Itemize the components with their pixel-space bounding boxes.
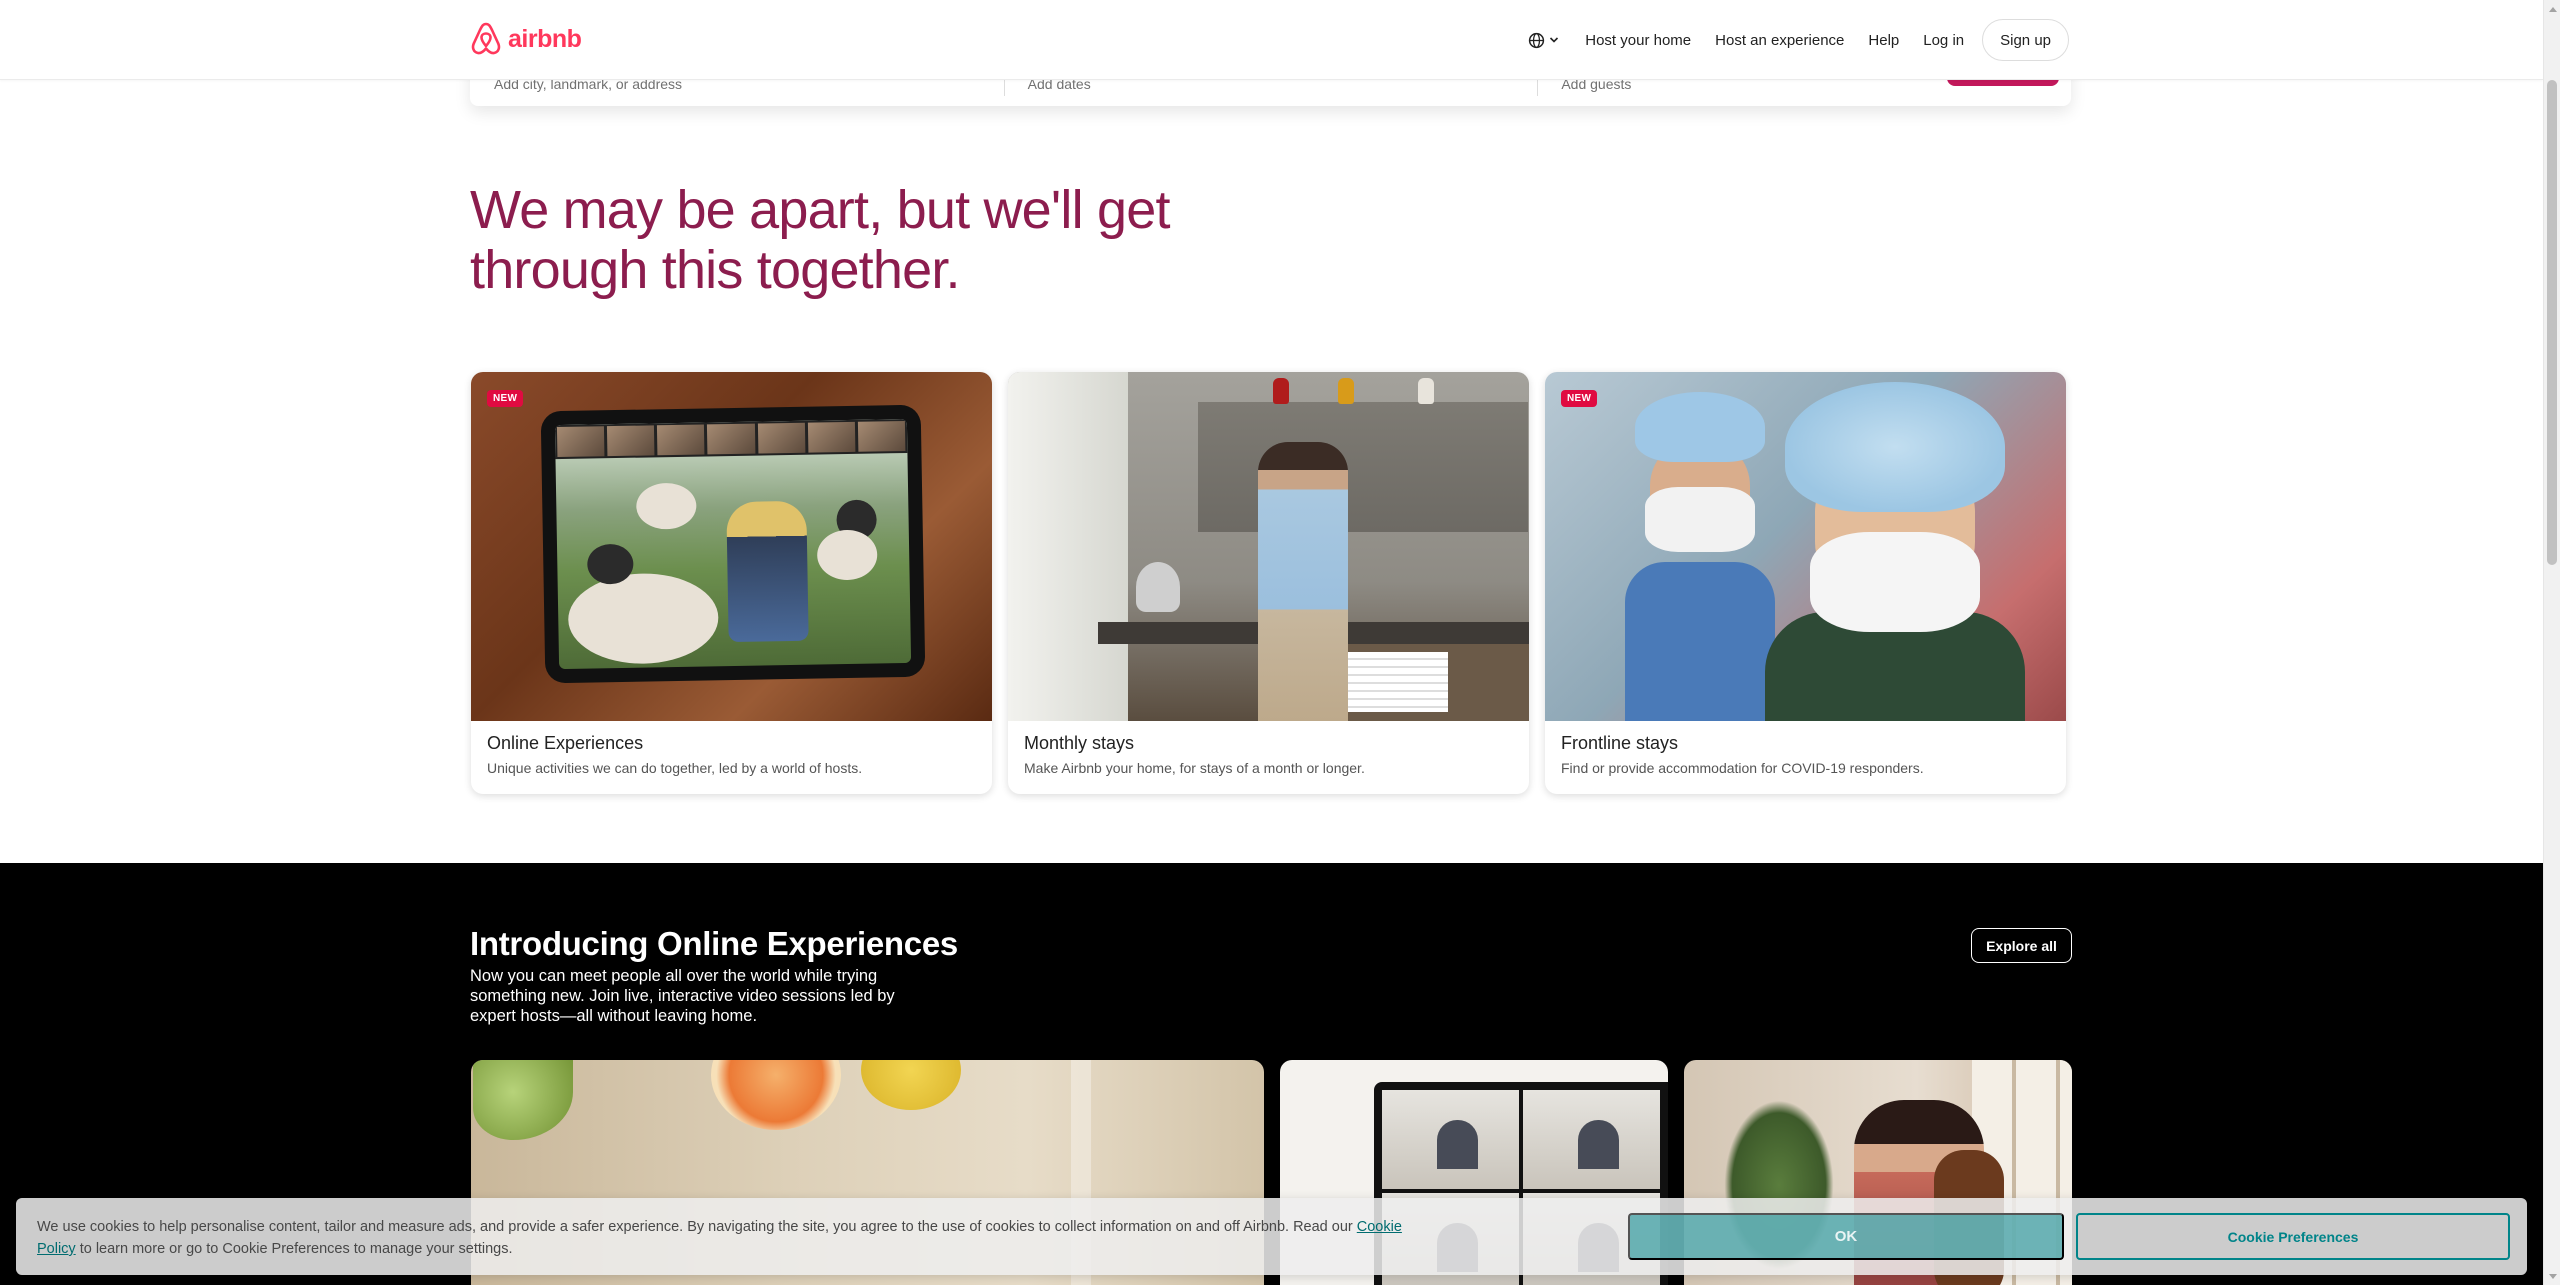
hero-title: We may be apart, but we'll get through t… xyxy=(470,180,1170,300)
cookie-text-start: We use cookies to help personalise conte… xyxy=(37,1219,1357,1235)
airbnb-logo-icon xyxy=(471,22,501,55)
host-an-experience-link[interactable]: Host an experience xyxy=(1703,20,1856,60)
card-monthly-stays[interactable]: Monthly stays Make Airbnb your home, for… xyxy=(1008,372,1529,794)
chevron-down-icon xyxy=(1550,37,1559,43)
section-description: Now you can meet people all over the wor… xyxy=(470,967,895,1025)
top-navigation: airbnb Host your home Host an experience… xyxy=(0,0,2543,80)
cookie-ok-button[interactable]: OK xyxy=(1628,1213,2064,1260)
login-link[interactable]: Log in xyxy=(1911,20,1976,60)
new-badge: NEW xyxy=(1561,390,1598,407)
card-frontline-stays[interactable]: NEW Frontline stays Find or provide acco… xyxy=(1545,372,2066,794)
cookie-message: We use cookies to help personalise conte… xyxy=(37,1216,1437,1260)
explore-all-button[interactable]: Explore all xyxy=(1971,928,2072,963)
online-experiences-image xyxy=(471,372,992,721)
section-title: Introducing Online Experiences xyxy=(470,925,958,962)
card-description: Unique activities we can do together, le… xyxy=(487,760,863,776)
monthly-stays-image xyxy=(1008,372,1529,721)
help-link[interactable]: Help xyxy=(1856,20,1911,60)
scrollbar-thumb[interactable] xyxy=(2547,80,2557,565)
card-title: Online Experiences xyxy=(487,733,644,753)
feature-cards: NEW Online Experiences Unique activities… xyxy=(471,372,2066,794)
host-your-home-link[interactable]: Host your home xyxy=(1573,20,1703,60)
card-description: Find or provide accommodation for COVID-… xyxy=(1561,760,1924,776)
new-badge: NEW xyxy=(487,390,524,407)
card-online-experiences[interactable]: NEW Online Experiences Unique activities… xyxy=(471,372,992,794)
scroll-up-arrow-icon[interactable] xyxy=(2544,0,2560,17)
cookie-text-end: to learn more or go to Cookie Preference… xyxy=(75,1241,513,1257)
card-description: Make Airbnb your home, for stays of a mo… xyxy=(1024,760,1365,776)
signup-button[interactable]: Sign up xyxy=(1982,19,2069,61)
tablet-illustration xyxy=(540,404,926,684)
airbnb-logo[interactable]: airbnb xyxy=(470,22,582,56)
frontline-stays-image xyxy=(1545,372,2066,721)
nav-links: Host your home Host an experience Help L… xyxy=(1514,18,2069,62)
card-title: Monthly stays xyxy=(1024,733,1135,753)
cookie-preferences-button[interactable]: Cookie Preferences xyxy=(2076,1213,2510,1260)
vertical-scrollbar[interactable] xyxy=(2543,0,2560,1285)
globe-icon xyxy=(1529,32,1545,48)
logo-wordmark: airbnb xyxy=(508,24,582,53)
card-title: Frontline stays xyxy=(1561,733,1679,753)
language-selector[interactable] xyxy=(1514,20,1573,60)
scroll-down-arrow-icon[interactable] xyxy=(2544,1268,2560,1285)
cookie-banner: We use cookies to help personalise conte… xyxy=(16,1198,2527,1275)
